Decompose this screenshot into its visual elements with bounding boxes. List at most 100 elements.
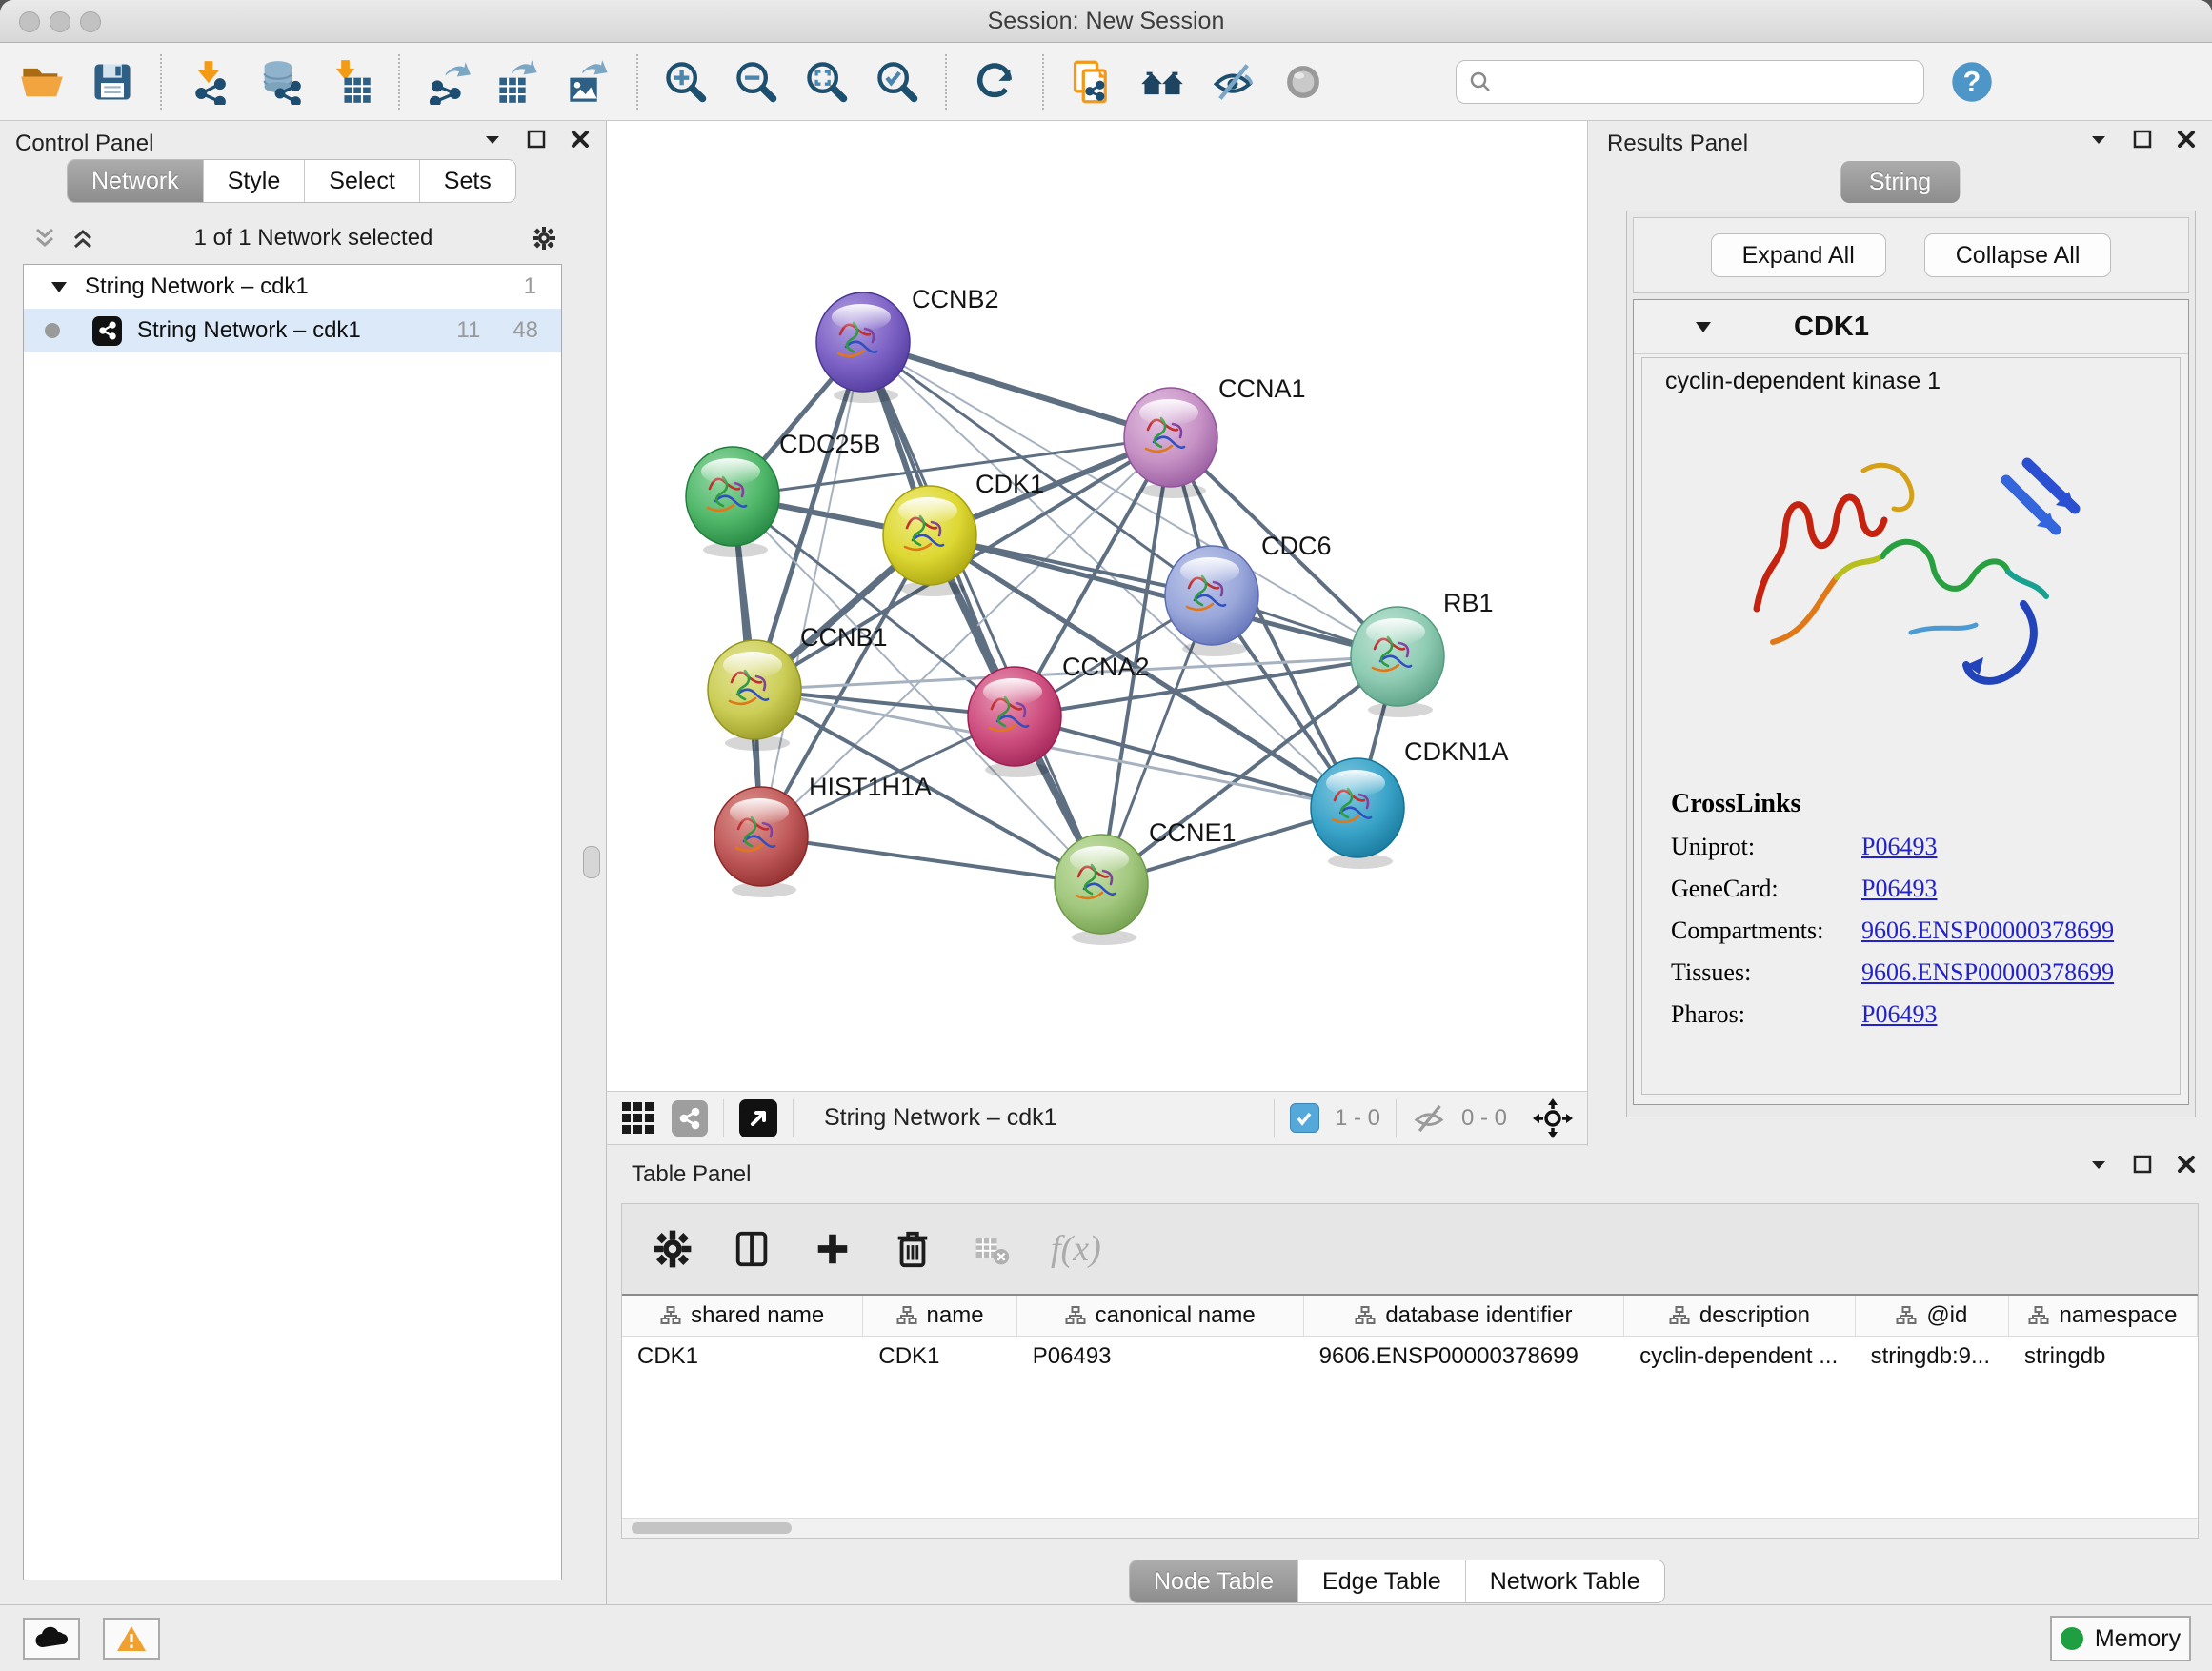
search-input[interactable] bbox=[1500, 68, 1912, 96]
copy-network-icon[interactable] bbox=[1069, 59, 1115, 105]
network-node-HIST1H1A[interactable] bbox=[714, 787, 808, 897]
crosslink-link[interactable]: 9606.ENSP00000378699 bbox=[1861, 958, 2114, 987]
tab-string[interactable]: String bbox=[1840, 161, 1960, 203]
panel-close-icon[interactable] bbox=[2174, 1152, 2199, 1177]
collapse-all-icon[interactable] bbox=[32, 226, 57, 251]
string-results-list: CDK1 cyclin-dependent kinase 1 bbox=[1633, 299, 2189, 1105]
cell--id[interactable]: stringdb:9... bbox=[1856, 1337, 2009, 1377]
zoom-selected-icon[interactable] bbox=[875, 59, 920, 105]
tree-expand-icon[interactable] bbox=[47, 274, 71, 299]
open-session-icon[interactable] bbox=[19, 59, 65, 105]
panel-close-icon[interactable] bbox=[568, 127, 593, 151]
panel-collapse-icon[interactable] bbox=[2086, 1152, 2111, 1177]
pan-crosshair-icon[interactable] bbox=[1532, 1097, 1574, 1139]
tab-edge-table[interactable]: Edge Table bbox=[1298, 1560, 1466, 1602]
delete-column-icon[interactable] bbox=[893, 1229, 933, 1269]
column-type-icon bbox=[1065, 1305, 1086, 1326]
network-node-CCNB2[interactable] bbox=[816, 292, 910, 403]
crosslink-link[interactable]: P06493 bbox=[1861, 875, 1937, 903]
collapse-all-button[interactable]: Collapse All bbox=[1924, 233, 2112, 277]
column-header-name[interactable]: name bbox=[863, 1296, 1016, 1336]
import-table-icon[interactable] bbox=[328, 59, 373, 105]
gear-icon[interactable] bbox=[532, 226, 556, 251]
network-collection-row[interactable]: String Network – cdk1 1 bbox=[24, 265, 561, 309]
export-network-icon[interactable] bbox=[425, 59, 471, 105]
crosslink-link[interactable]: 9606.ENSP00000378699 bbox=[1861, 916, 2114, 945]
column-header-shared-name[interactable]: shared name bbox=[622, 1296, 863, 1336]
selected-checkbox[interactable] bbox=[1290, 1103, 1319, 1133]
network-share-icon[interactable] bbox=[672, 1100, 708, 1137]
network-node-CDK1[interactable] bbox=[883, 486, 976, 596]
show-eye-icon[interactable] bbox=[1280, 59, 1326, 105]
tab-sets[interactable]: Sets bbox=[420, 160, 515, 202]
help-icon[interactable]: ? bbox=[1949, 59, 1995, 105]
tab-network[interactable]: Network bbox=[68, 160, 204, 202]
column-header-canonical-name[interactable]: canonical name bbox=[1017, 1296, 1304, 1336]
network-node-CCNB1[interactable] bbox=[708, 640, 801, 751]
column-header--id[interactable]: @id bbox=[1856, 1296, 2009, 1336]
import-database-icon[interactable] bbox=[257, 59, 303, 105]
column-header-namespace[interactable]: namespace bbox=[2009, 1296, 2198, 1336]
save-session-icon[interactable] bbox=[90, 59, 135, 105]
column-header-database-identifier[interactable]: database identifier bbox=[1304, 1296, 1625, 1336]
panel-float-icon[interactable] bbox=[2130, 1152, 2155, 1177]
tab-network-table[interactable]: Network Table bbox=[1466, 1560, 1664, 1602]
scrollbar-thumb[interactable] bbox=[632, 1522, 792, 1534]
tab-select[interactable]: Select bbox=[305, 160, 419, 202]
network-edge-CCNB2-CCNE1[interactable] bbox=[863, 342, 1101, 884]
network-edge-CCNB2-CCNA1[interactable] bbox=[863, 342, 1171, 437]
column-header-description[interactable]: description bbox=[1624, 1296, 1856, 1336]
cell-canonical-name[interactable]: P06493 bbox=[1017, 1337, 1304, 1377]
grid-view-icon[interactable] bbox=[620, 1100, 656, 1137]
panel-float-icon[interactable] bbox=[2130, 127, 2155, 151]
zoom-fit-icon[interactable] bbox=[804, 59, 850, 105]
network-node-CDKN1A[interactable] bbox=[1311, 758, 1404, 869]
layout-refresh-icon[interactable] bbox=[972, 59, 1017, 105]
add-column-icon[interactable] bbox=[813, 1229, 853, 1269]
table-horizontal-scrollbar[interactable] bbox=[622, 1518, 2198, 1538]
panel-float-icon[interactable] bbox=[524, 127, 549, 151]
expand-all-icon[interactable] bbox=[70, 226, 95, 251]
network-row-selected[interactable]: String Network – cdk1 11 48 bbox=[24, 309, 561, 352]
panel-collapse-icon[interactable] bbox=[480, 127, 505, 151]
network-node-CDC25B[interactable] bbox=[686, 447, 779, 557]
table-header-row: shared namenamecanonical namedatabase id… bbox=[622, 1296, 2198, 1337]
network-edge-HIST1H1A-CCNE1[interactable] bbox=[761, 836, 1101, 884]
export-table-icon[interactable] bbox=[495, 59, 541, 105]
network-node-RB1[interactable] bbox=[1351, 607, 1444, 717]
zoom-out-icon[interactable] bbox=[734, 59, 779, 105]
cell-namespace[interactable]: stringdb bbox=[2009, 1337, 2198, 1377]
tab-style[interactable]: Style bbox=[204, 160, 306, 202]
search-box[interactable] bbox=[1456, 60, 1924, 104]
cell-shared-name[interactable]: CDK1 bbox=[622, 1337, 863, 1377]
left-splitter-handle[interactable] bbox=[583, 846, 600, 878]
import-network-icon[interactable] bbox=[187, 59, 232, 105]
panel-collapse-icon[interactable] bbox=[2086, 127, 2111, 151]
cell-database-identifier[interactable]: 9606.ENSP00000378699 bbox=[1304, 1337, 1624, 1377]
network-node-CCNA1[interactable] bbox=[1124, 388, 1217, 498]
network-graph[interactable]: CCNB2CCNA1CDC25BCDK1CDC6RB1CCNB1CCNA2CDK… bbox=[607, 121, 1587, 1091]
network-node-CCNE1[interactable] bbox=[1055, 835, 1148, 945]
export-image-icon[interactable] bbox=[566, 59, 612, 105]
warnings-button[interactable] bbox=[103, 1618, 160, 1660]
gene-entry-header[interactable]: CDK1 bbox=[1634, 300, 2188, 354]
hide-eye-icon[interactable] bbox=[1210, 59, 1256, 105]
memory-button[interactable]: Memory bbox=[2050, 1616, 2191, 1661]
cell-description[interactable]: cyclin-dependent ... bbox=[1624, 1337, 1856, 1377]
show-columns-icon[interactable] bbox=[733, 1229, 773, 1269]
crosslink-link[interactable]: P06493 bbox=[1861, 833, 1937, 861]
string-home-icon[interactable] bbox=[1139, 59, 1185, 105]
cell-name[interactable]: CDK1 bbox=[863, 1337, 1016, 1377]
birdseye-view-icon[interactable] bbox=[739, 1099, 777, 1137]
crosslink-link[interactable]: P06493 bbox=[1861, 1000, 1937, 1029]
entry-expand-icon[interactable] bbox=[1691, 314, 1716, 339]
tab-node-table[interactable]: Node Table bbox=[1130, 1560, 1298, 1602]
network-edge-CCNB2-HIST1H1A[interactable] bbox=[761, 342, 863, 836]
cloud-button[interactable] bbox=[23, 1618, 80, 1660]
network-canvas[interactable]: CCNB2CCNA1CDC25BCDK1CDC6RB1CCNB1CCNA2CDK… bbox=[607, 121, 1587, 1091]
zoom-in-icon[interactable] bbox=[663, 59, 709, 105]
table-row[interactable]: CDK1CDK1P064939606.ENSP00000378699cyclin… bbox=[622, 1337, 2198, 1377]
expand-all-button[interactable]: Expand All bbox=[1711, 233, 1886, 277]
panel-close-icon[interactable] bbox=[2174, 127, 2199, 151]
table-gear-icon[interactable] bbox=[653, 1229, 693, 1269]
